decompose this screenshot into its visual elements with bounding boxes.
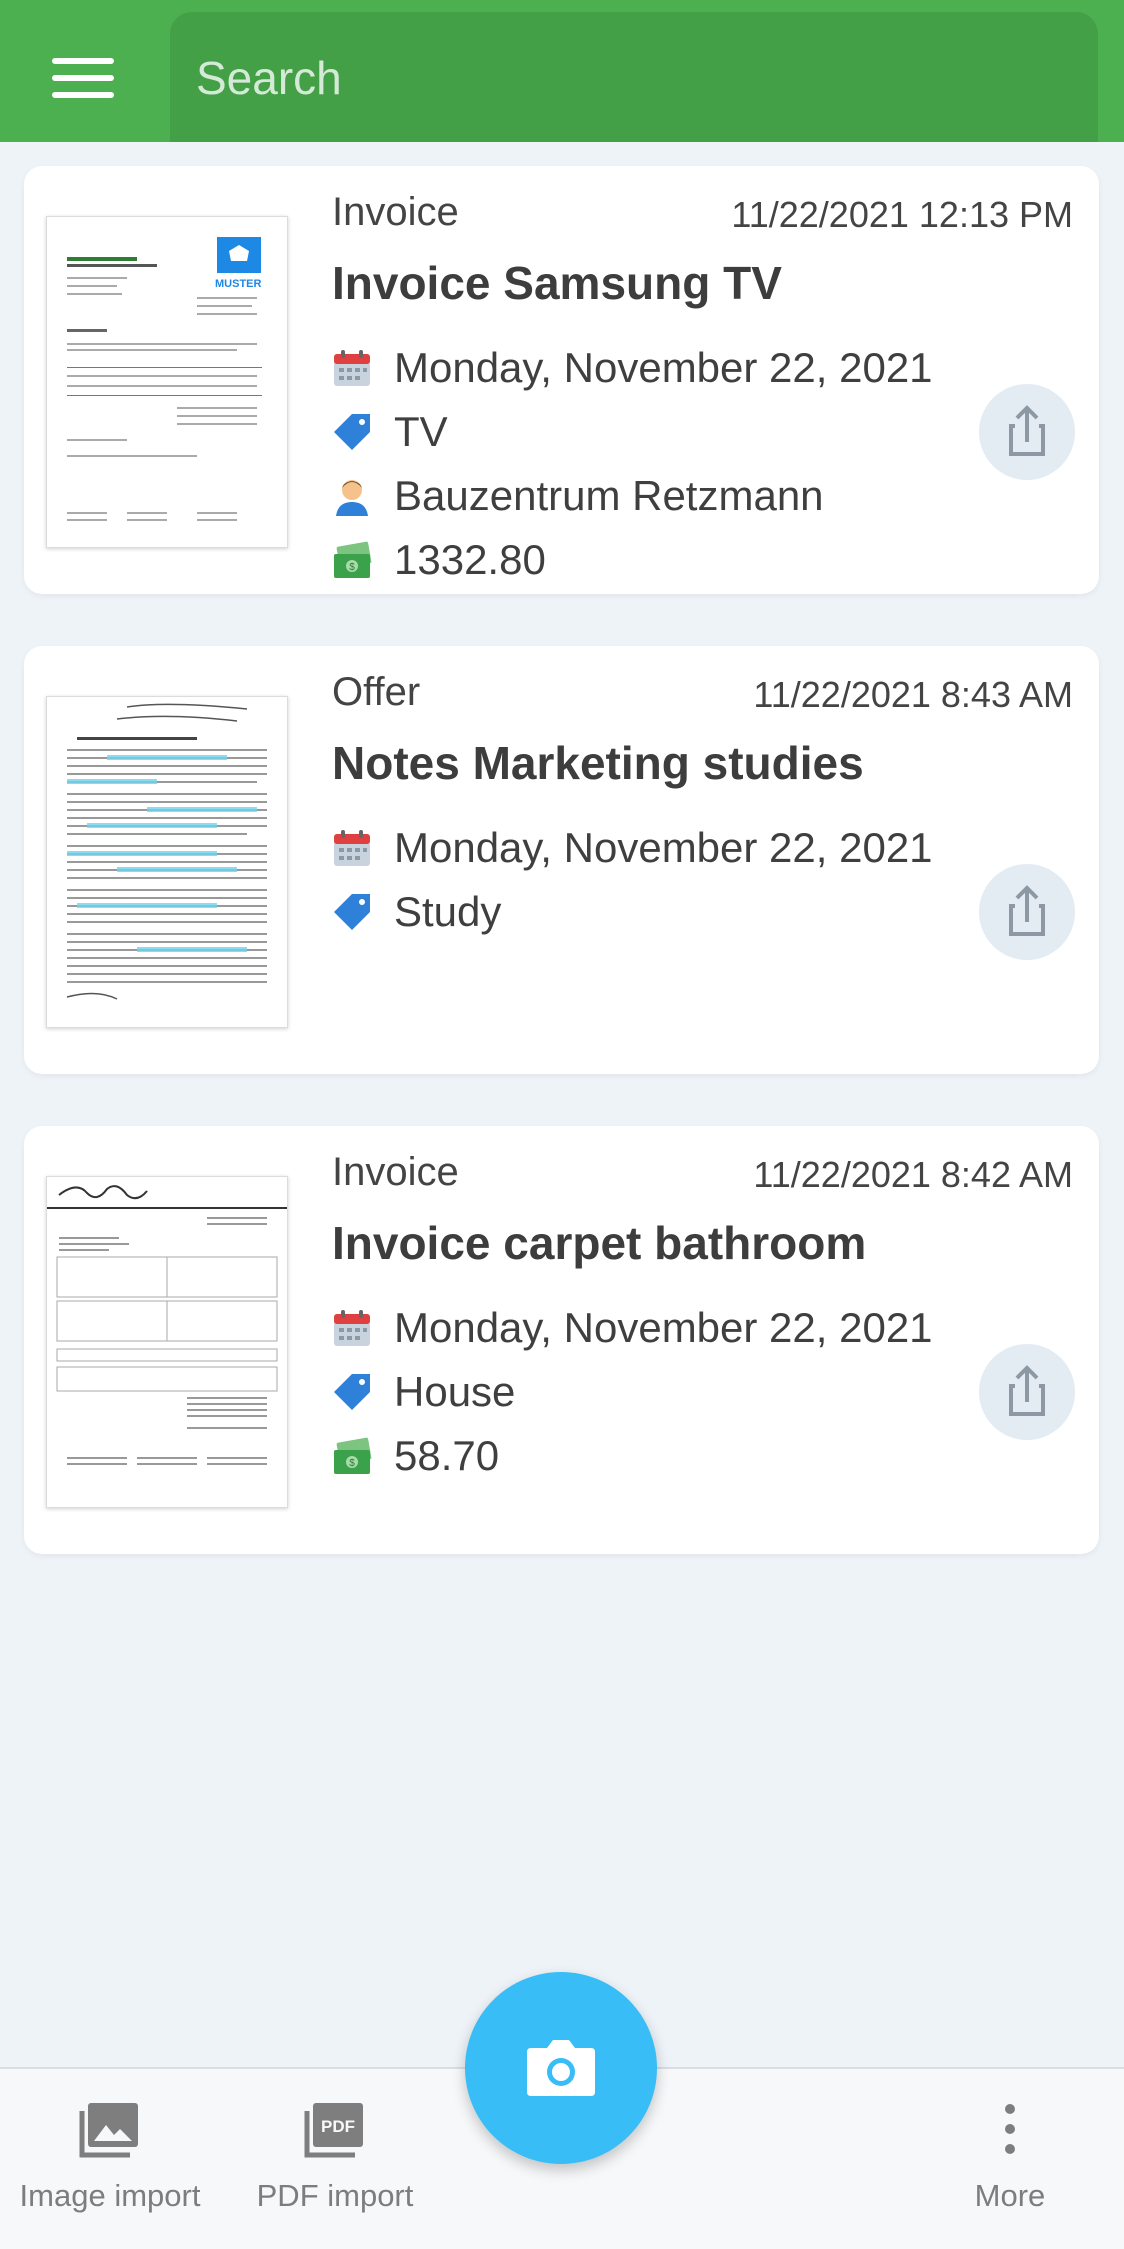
tag-icon [334, 894, 370, 930]
document-type: Invoice [332, 190, 459, 234]
date-row: Monday, November 22, 2021 [332, 820, 933, 876]
contact-row: Bauzentrum Retzmann [332, 468, 824, 524]
share-icon [1009, 405, 1045, 456]
tag-row: TV [332, 404, 448, 460]
calendar-icon [334, 830, 370, 866]
image-import-label: Image import [19, 2178, 201, 2213]
document-card[interactable]: Invoice 11/22/2021 8:42 AM Invoice carpe… [24, 1126, 1099, 1554]
tag-icon [334, 414, 370, 450]
thumb-logo-text: MUSTER [215, 278, 262, 290]
share-icon [1009, 885, 1045, 936]
money-icon: $ [334, 1437, 372, 1474]
document-tag: Study [394, 888, 502, 935]
document-amount: 58.70 [394, 1432, 500, 1479]
pdf-import-label: PDF import [256, 2178, 414, 2213]
camera-scan-button[interactable] [465, 1972, 657, 2164]
document-title: Invoice carpet bathroom [332, 1217, 867, 1269]
search-bar[interactable] [170, 12, 1098, 142]
tag-icon [334, 1374, 370, 1410]
document-tag: House [394, 1368, 516, 1415]
share-button[interactable] [979, 384, 1075, 480]
calendar-icon [334, 350, 370, 386]
amount-row: $ 58.70 [332, 1428, 499, 1484]
document-timestamp: 11/22/2021 8:42 AM [753, 1154, 1073, 1195]
svg-text:$: $ [349, 1458, 355, 1469]
document-amount: 1332.80 [394, 536, 546, 583]
document-date: Monday, November 22, 2021 [394, 1304, 933, 1351]
more-vertical-icon [1005, 2104, 1015, 2154]
tag-row: Study [332, 884, 501, 940]
amount-row: $ 1332.80 [332, 532, 546, 588]
document-card[interactable]: Offer 11/22/2021 8:43 AM Notes Marketing… [24, 646, 1099, 1074]
document-title: Notes Marketing studies [332, 737, 864, 789]
document-type: Invoice [332, 1150, 459, 1194]
date-row: Monday, November 22, 2021 [332, 340, 933, 396]
document-thumbnail [46, 1176, 288, 1508]
search-input[interactable] [194, 47, 1058, 109]
document-card[interactable]: MUSTER Invoice 11/22/2021 12:13 PM Invoi… [24, 166, 1099, 594]
document-date: Monday, November 22, 2021 [394, 824, 933, 871]
share-button[interactable] [979, 864, 1075, 960]
top-app-bar [0, 0, 1124, 142]
document-date: Monday, November 22, 2021 [394, 344, 933, 391]
money-icon: $ [334, 541, 372, 578]
document-timestamp: 11/22/2021 8:43 AM [753, 674, 1073, 715]
pdf-import-button[interactable]: PDF PDF import [245, 2099, 425, 2214]
more-button[interactable]: More [950, 2099, 1070, 2214]
document-thumbnail: MUSTER [46, 216, 288, 548]
document-contact: Bauzentrum Retzmann [394, 472, 824, 519]
more-label: More [974, 2178, 1046, 2213]
svg-text:$: $ [349, 562, 355, 573]
document-title: Invoice Samsung TV [332, 257, 782, 309]
share-icon [1009, 1365, 1045, 1416]
tag-row: House [332, 1364, 515, 1420]
person-icon [336, 480, 368, 516]
share-button[interactable] [979, 1344, 1075, 1440]
image-icon [79, 2103, 138, 2158]
date-row: Monday, November 22, 2021 [332, 1300, 933, 1356]
hamburger-menu-icon[interactable] [52, 58, 114, 98]
image-import-button[interactable]: Image import [10, 2099, 210, 2214]
document-thumbnail [46, 696, 288, 1028]
camera-icon [527, 2040, 595, 2096]
document-timestamp: 11/22/2021 12:13 PM [731, 194, 1073, 235]
document-tag: TV [394, 408, 448, 455]
document-type: Offer [332, 670, 421, 714]
calendar-icon [334, 1310, 370, 1346]
pdf-icon: PDF [304, 2103, 363, 2158]
pdf-badge-text: PDF [321, 2117, 355, 2136]
